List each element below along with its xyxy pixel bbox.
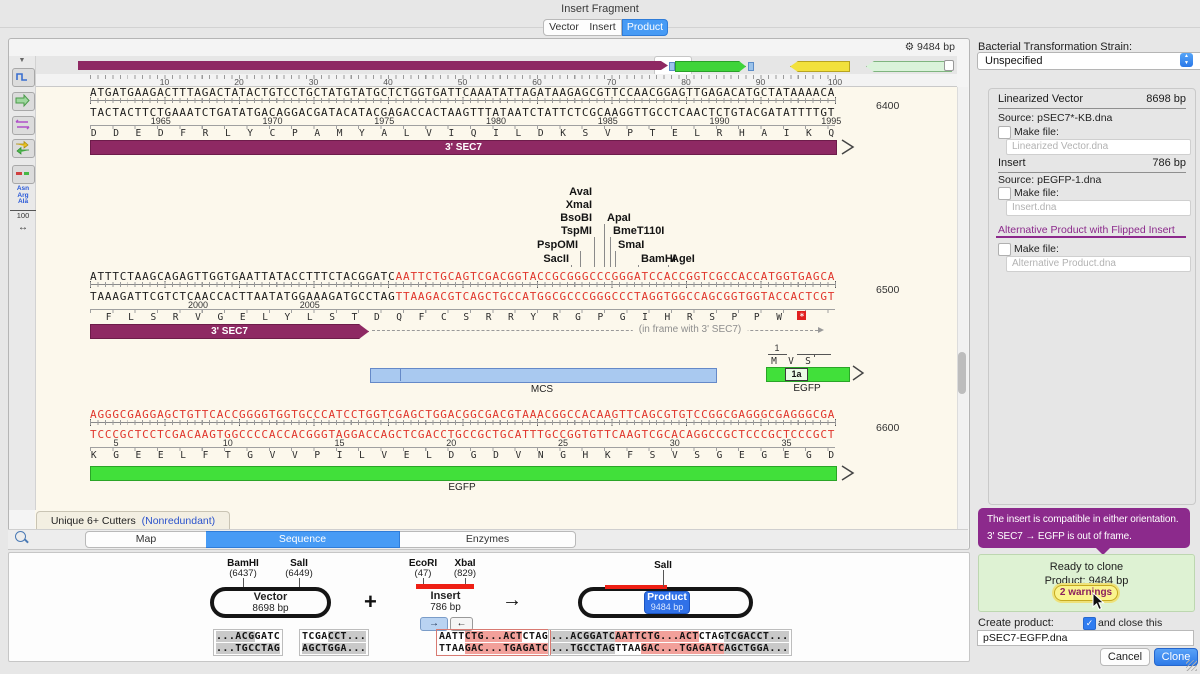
mouse-cursor — [1092, 592, 1105, 616]
end-sequence-snippet: ...ACGGATC...TGCCTAG — [213, 629, 283, 656]
end-sequence-snippet: ...ACGGATCAATTCTG...ACTCTAGTCGACCT......… — [548, 629, 792, 656]
warnings-button[interactable]: 2 warnings — [1054, 585, 1118, 601]
end-sequence-snippet: AATTCTG...ACTCTAGTTAAGAC...TGAGATC — [436, 629, 551, 656]
alt-product-rule — [996, 236, 1186, 238]
insert-source: Source: pEGFP-1.dna — [998, 174, 1101, 186]
ready-title: Ready to clone — [979, 555, 1194, 573]
alt-file-input[interactable]: Alternative Product.dna — [1006, 256, 1191, 272]
select-stepper-icon[interactable]: ▲▼ — [1180, 53, 1193, 67]
notice-line-1: The insert is compatible in either orien… — [978, 508, 1190, 525]
cancel-button[interactable]: Cancel — [1100, 648, 1150, 666]
insert-fragment-dialog: Insert Fragment Vector Insert Product ⚙ … — [0, 0, 1200, 674]
insert-make-checkbox[interactable] — [998, 187, 1011, 200]
resize-grip[interactable] — [1186, 660, 1197, 671]
linearized-file-input[interactable]: Linearized Vector.dna — [1006, 139, 1191, 155]
insert-file-input[interactable]: Insert.dna — [1006, 200, 1191, 216]
strain-select[interactable]: Unspecified — [977, 52, 1200, 70]
product-filename-input[interactable]: pSEC7-EGFP.dna — [977, 630, 1194, 646]
linearized-source: Source: pSEC7*-KB.dna — [998, 112, 1112, 124]
cut-site-line — [465, 578, 466, 584]
cut-site-line — [423, 578, 424, 584]
linearized-header: Linearized Vector8698 bp — [998, 93, 1186, 109]
linearized-make-checkbox[interactable] — [998, 126, 1011, 139]
cut-site-line — [663, 570, 664, 587]
alt-make-label: Make file: — [1014, 243, 1059, 255]
cut-site-line — [243, 578, 244, 587]
orientation-notice: The insert is compatible in either orien… — [978, 508, 1190, 548]
create-product-label: Create product: — [978, 617, 1054, 629]
alt-product-title: Alternative Product with Flipped Insert — [998, 224, 1175, 236]
linearized-make-label: Make file: — [1014, 126, 1059, 138]
alt-make-checkbox[interactable] — [998, 243, 1011, 256]
close-window-checkbox[interactable]: ✓ — [1083, 617, 1096, 630]
insert-header: Insert786 bp — [998, 157, 1186, 173]
end-sequence-snippet: TCGACCT...AGCTGGA... — [299, 629, 369, 656]
insert-make-label: Make file: — [1014, 187, 1059, 199]
ready-box: Ready to clone Product: 9484 bp — [978, 554, 1195, 612]
notice-line-2: 3' SEC7 → EGFP is out of frame. — [978, 525, 1190, 542]
cut-site-line — [299, 578, 300, 587]
